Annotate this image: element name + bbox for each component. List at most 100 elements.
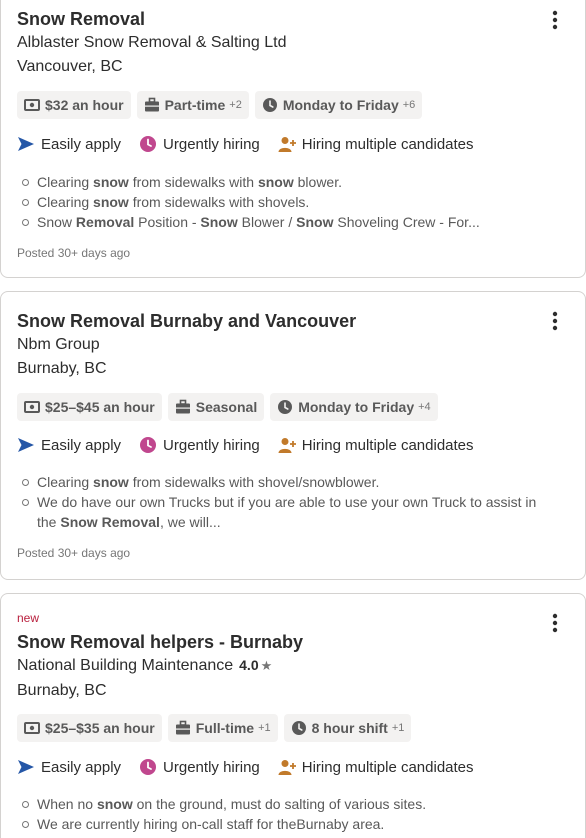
schedule-chip: Monday to Friday +4 xyxy=(270,393,438,421)
briefcase-icon xyxy=(144,97,159,112)
chip-extra-count: +6 xyxy=(402,99,416,111)
money-icon xyxy=(24,99,40,111)
add-person-icon xyxy=(278,137,296,152)
job-metadata: $32 an hour Part-time +2 Monday to Frida… xyxy=(17,91,423,119)
attribute-label: Easily apply xyxy=(41,758,122,776)
snippet-keyword: snow xyxy=(93,474,129,490)
job-metadata: $25–$35 an hour Full-time +1 8 hour shif… xyxy=(17,714,412,742)
easily-apply-attribute: Easily apply xyxy=(17,436,121,454)
snippet-text: on the ground, must do salting of variou… xyxy=(132,796,427,812)
attribute-label: Easily apply xyxy=(41,135,122,153)
clock-icon xyxy=(278,400,293,414)
hiring-multiple-attribute: Hiring multiple candidates xyxy=(278,758,474,776)
urgent-clock-icon xyxy=(140,759,157,775)
urgently-hiring-attribute: Urgently hiring xyxy=(139,135,260,153)
company-name-link[interactable]: National Building Maintenance xyxy=(17,657,233,674)
star-icon: ★ xyxy=(260,658,273,673)
add-person-icon xyxy=(278,438,296,453)
snippet-bullet: When no snow on the ground, must do salt… xyxy=(17,794,557,814)
hiring-multiple-attribute: Hiring multiple candidates xyxy=(278,436,474,454)
money-icon xyxy=(24,722,40,734)
snippet-bullet: We are currently hiring on-call staff fo… xyxy=(17,814,557,834)
snippet-keyword: snow xyxy=(257,174,294,190)
job-location: Burnaby, BC xyxy=(17,682,107,699)
job-attributes: Easily apply Urgently hiring Hiring mult… xyxy=(17,758,474,776)
company-rating: 4.0 ★ xyxy=(239,657,272,673)
attribute-label: Hiring multiple candidates xyxy=(301,135,474,153)
salary-chip: $32 an hour xyxy=(17,91,131,119)
snippet-bullet: Clearing snow from sidewalks with shovel… xyxy=(17,192,557,212)
attribute-label: Urgently hiring xyxy=(163,135,260,153)
snippet-text: Shoveling Crew - For... xyxy=(333,214,480,230)
easily-apply-attribute: Easily apply xyxy=(17,135,121,153)
rating-value: 4.0 xyxy=(239,657,259,673)
chip-extra-count: +4 xyxy=(418,401,431,413)
schedule-chip: Monday to Friday +6 xyxy=(254,91,423,119)
job-card[interactable]: new Snow Removal helpers - Burnaby Natio… xyxy=(0,593,586,838)
job-type-chip: Seasonal xyxy=(167,393,265,421)
job-metadata: $25–$45 an hour Seasonal Monday to Frida… xyxy=(17,393,438,421)
easily-apply-attribute: Easily apply xyxy=(17,758,121,776)
schedule-chip: 8 hour shift +1 xyxy=(283,714,412,742)
chip-label: $25–$35 an hour xyxy=(45,720,155,736)
snippet-text: from sidewalks with shovels. xyxy=(128,194,310,210)
more-options-button[interactable] xyxy=(543,8,567,32)
snippet-text: Clearing xyxy=(37,174,94,190)
snippet-keyword: Snow xyxy=(200,214,238,230)
job-snippet: Clearing snow from sidewalks with snow b… xyxy=(17,172,557,232)
snippet-text: We are currently hiring on-call staff fo… xyxy=(37,816,385,832)
snippet-text: Snow xyxy=(37,214,76,230)
chip-label: Full-time xyxy=(195,720,255,736)
posted-date: Posted 30+ days ago xyxy=(17,546,131,560)
snippet-keyword: Removal xyxy=(75,214,135,230)
attribute-label: Urgently hiring xyxy=(163,436,260,454)
snippet-text: Clearing xyxy=(37,474,94,490)
job-title[interactable]: Snow Removal xyxy=(17,9,145,30)
attribute-label: Hiring multiple candidates xyxy=(301,758,474,776)
send-arrow-icon xyxy=(18,137,34,151)
chip-extra-count: +1 xyxy=(258,722,271,734)
urgent-clock-icon xyxy=(140,437,157,453)
snippet-keyword: snow xyxy=(93,194,129,210)
urgently-hiring-attribute: Urgently hiring xyxy=(139,758,260,776)
hiring-multiple-attribute: Hiring multiple candidates xyxy=(278,135,474,153)
send-arrow-icon xyxy=(18,438,34,452)
job-card[interactable]: Snow Removal Burnaby and Vancouver Nbm G… xyxy=(0,291,586,580)
more-options-button[interactable] xyxy=(543,611,567,635)
job-location: Vancouver, BC xyxy=(17,58,123,75)
money-icon xyxy=(24,401,40,413)
snippet-text: from sidewalks with shovel/snowblower. xyxy=(128,474,380,490)
chip-label: $25–$45 an hour xyxy=(45,399,155,415)
posted-date: Posted 30+ days ago xyxy=(17,246,131,260)
more-options-button[interactable] xyxy=(543,309,567,333)
briefcase-icon xyxy=(175,399,190,414)
snippet-keyword: snow xyxy=(93,174,129,190)
chip-label: Monday to Friday xyxy=(298,399,415,415)
company-name[interactable]: Alblaster Snow Removal & Salting Ltd xyxy=(17,34,286,52)
snippet-text: Blower / xyxy=(237,214,297,230)
company-name[interactable]: Nbm Group xyxy=(17,336,100,354)
add-person-icon xyxy=(278,760,296,775)
salary-chip: $25–$35 an hour xyxy=(17,714,162,742)
snippet-text: Position - xyxy=(134,214,201,230)
urgently-hiring-attribute: Urgently hiring xyxy=(139,436,260,454)
chip-extra-count: +1 xyxy=(391,722,405,734)
more-vertical-icon xyxy=(552,10,558,30)
snippet-text: Clearing xyxy=(37,194,94,210)
snippet-text: blower. xyxy=(293,174,342,190)
salary-chip: $25–$45 an hour xyxy=(17,393,162,421)
snippet-text: , we will... xyxy=(159,514,221,530)
job-title[interactable]: Snow Removal Burnaby and Vancouver xyxy=(17,311,356,332)
job-title[interactable]: Snow Removal helpers - Burnaby xyxy=(17,632,303,653)
company-name: National Building Maintenance 4.0 ★ xyxy=(17,657,272,675)
job-location: Burnaby, BC xyxy=(17,360,107,377)
job-card[interactable]: Snow Removal Alblaster Snow Removal & Sa… xyxy=(0,0,586,278)
job-snippet: When no snow on the ground, must do salt… xyxy=(17,794,557,834)
chip-label: $32 an hour xyxy=(45,97,124,113)
snippet-bullet: We do have our own Trucks but if you are… xyxy=(17,492,557,532)
new-badge: new xyxy=(17,611,40,625)
job-snippet: Clearing snow from sidewalks with shovel… xyxy=(17,472,557,532)
chip-extra-count: +2 xyxy=(229,99,242,111)
snippet-bullet: Snow Removal Position - Snow Blower / Sn… xyxy=(17,212,557,232)
snippet-text: from sidewalks with xyxy=(128,174,258,190)
